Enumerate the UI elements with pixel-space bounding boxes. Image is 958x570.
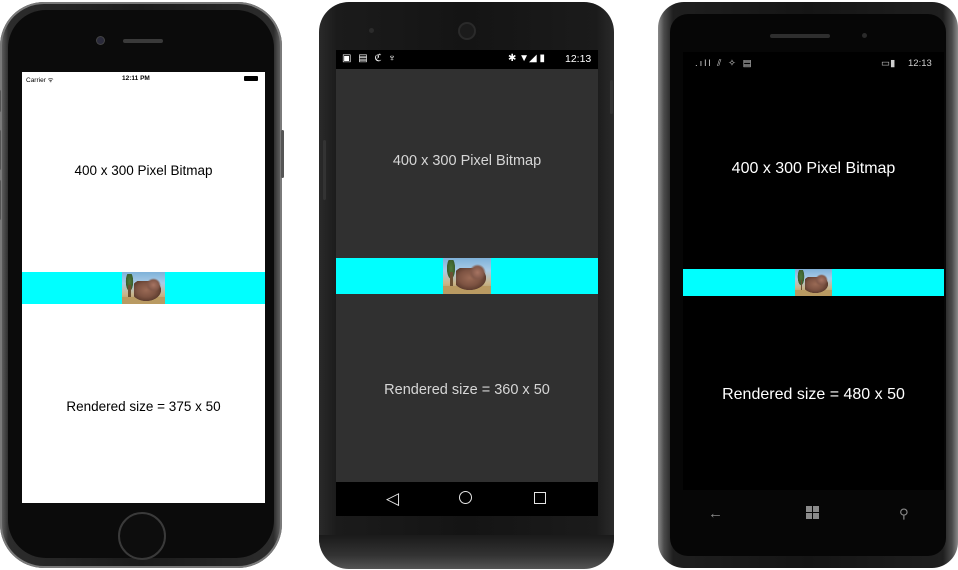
ios-status-bar: Carrier ᯤ 12:11 PM	[22, 72, 265, 86]
back-icon[interactable]: ←	[708, 505, 723, 522]
search-icon[interactable]: ⚲	[899, 506, 909, 522]
wp-clock: 12:13	[908, 58, 932, 69]
windows-phone-screen: .ıll ⫽ ✧ ▤ ▭▮ 12:13 400 x 300 Pixel Bitm…	[683, 52, 944, 490]
bitmap-size-label: 400 x 300 Pixel Bitmap	[731, 160, 896, 177]
notification-icons: ▣ ▤ ℭ ♆	[342, 53, 398, 64]
android-power-button	[610, 80, 613, 114]
android-front-camera	[460, 24, 474, 38]
recent-apps-icon[interactable]	[534, 492, 546, 504]
windows-start-icon[interactable]	[806, 506, 820, 520]
rendered-size-label: Rendered size = 375 x 50	[66, 399, 221, 414]
home-button[interactable]	[118, 512, 166, 560]
android-clock: 12:13	[565, 53, 592, 65]
iphone-earpiece-speaker	[123, 39, 163, 43]
android-volume-button	[323, 140, 326, 200]
bitmap-size-label: 400 x 300 Pixel Bitmap	[392, 153, 542, 169]
iphone-front-camera	[97, 37, 104, 44]
signal-wifi-icons: .ıll ⫽ ✧ ▤	[695, 58, 754, 69]
bitmap-image	[443, 258, 491, 294]
android-proximity-sensor	[369, 28, 374, 33]
iphone-volume-down-button	[0, 180, 1, 220]
home-icon[interactable]	[459, 491, 472, 504]
wp-status-bar: .ıll ⫽ ✧ ▤ ▭▮ 12:13	[683, 52, 944, 72]
android-screen: ▣ ▤ ℭ ♆ ✱ ▼◢ ▮ 12:13 400 x 300 Pixel Bit…	[336, 50, 598, 516]
back-icon[interactable]: ◁	[386, 489, 399, 509]
android-status-bar: ▣ ▤ ℭ ♆ ✱ ▼◢ ▮ 12:13	[336, 50, 598, 69]
bitmap-size-label: 400 x 300 Pixel Bitmap	[74, 163, 213, 178]
windows-phone-front-camera	[862, 33, 867, 38]
android-navigation-bar: ◁	[336, 482, 598, 516]
iphone-volume-up-button	[0, 130, 1, 170]
windows-phone-earpiece-speaker	[770, 34, 830, 38]
signal-wifi-battery-icons: ✱ ▼◢ ▮	[508, 53, 546, 64]
bitmap-image	[122, 272, 165, 304]
ios-carrier-label: Carrier ᯤ	[26, 77, 54, 84]
rendered-size-label: Rendered size = 360 x 50	[384, 382, 550, 398]
rendered-size-label: Rendered size = 480 x 50	[722, 386, 905, 403]
battery-icon: ▭▮	[881, 58, 896, 69]
bitmap-image	[795, 269, 832, 296]
ios-clock: 12:11 PM	[122, 75, 150, 82]
battery-icon	[244, 76, 258, 81]
iphone-mute-switch	[0, 90, 1, 112]
iphone-power-button	[281, 130, 284, 178]
android-device-bottom	[319, 535, 614, 569]
iphone-screen: Carrier ᯤ 12:11 PM 400 x 300 Pixel Bitma…	[22, 72, 265, 503]
